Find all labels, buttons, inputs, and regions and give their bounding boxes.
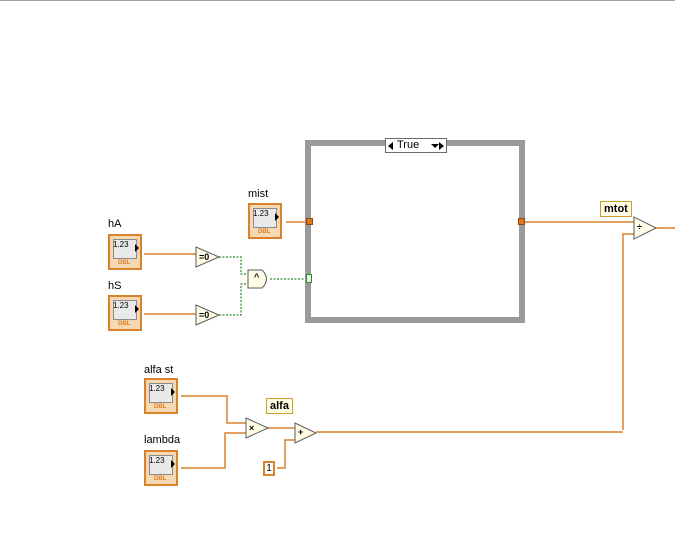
case-structure[interactable] — [305, 140, 525, 323]
add-glyph: + — [298, 427, 304, 437]
lambda-control[interactable]: 1.23 DBL — [144, 450, 178, 486]
hS-value: 1.23 — [113, 301, 129, 310]
hS-type: DBL — [118, 321, 131, 327]
and-glyph: ^ — [254, 272, 260, 282]
mist-value: 1.23 — [253, 209, 269, 218]
case-selector[interactable]: True — [385, 138, 447, 153]
equal-zero-b-glyph: =0 — [199, 310, 210, 320]
output-arrow-icon — [275, 213, 279, 221]
wire-alfa-st — [181, 395, 246, 424]
mist-control[interactable]: 1.23 DBL — [248, 203, 282, 239]
case-selector-value: True — [397, 139, 420, 151]
case-structure-interior — [311, 146, 519, 317]
mtot-wire-label[interactable]: mtot — [600, 201, 632, 217]
mist-label: mist — [248, 188, 269, 200]
input-tunnel-mist[interactable] — [306, 218, 313, 225]
wire-to-divide-bottom — [622, 233, 634, 430]
hS-control[interactable]: 1.23 DBL — [108, 295, 142, 331]
alfa-st-control[interactable]: 1.23 DBL — [144, 378, 178, 414]
output-tunnel-mtot[interactable] — [518, 218, 525, 225]
multiply-glyph: × — [249, 423, 255, 433]
case-next-arrow-icon[interactable] — [439, 142, 444, 150]
alfa-wire-label[interactable]: alfa — [266, 398, 293, 414]
output-arrow-icon — [135, 305, 139, 313]
wire-lambda — [181, 432, 246, 469]
lambda-value: 1.23 — [149, 456, 165, 465]
alfa-st-type: DBL — [154, 404, 167, 410]
wire-const — [277, 439, 296, 469]
equal-zero-a-glyph: =0 — [199, 252, 210, 262]
lambda-type: DBL — [154, 476, 167, 482]
case-dropdown-icon[interactable] — [431, 144, 439, 148]
alfa-st-label: alfa st — [144, 364, 174, 376]
mist-type: DBL — [258, 229, 271, 235]
lambda-label: lambda — [144, 434, 181, 446]
hA-label: hA — [108, 218, 122, 230]
divide-glyph: ÷ — [637, 222, 642, 232]
case-selector-terminal[interactable] — [306, 274, 312, 283]
numeric-constant[interactable]: 1 — [263, 461, 275, 476]
hA-type: DBL — [118, 260, 131, 266]
hS-label: hS — [108, 280, 122, 292]
output-arrow-icon — [171, 460, 175, 468]
hA-value: 1.23 — [113, 240, 129, 249]
alfa-st-value: 1.23 — [149, 384, 165, 393]
wire-bool-b — [219, 283, 248, 316]
wire-bool-a — [219, 256, 248, 275]
output-arrow-icon — [135, 244, 139, 252]
output-arrow-icon — [171, 388, 175, 396]
case-prev-arrow-icon[interactable] — [388, 142, 393, 150]
hA-control[interactable]: 1.23 DBL — [108, 234, 142, 270]
